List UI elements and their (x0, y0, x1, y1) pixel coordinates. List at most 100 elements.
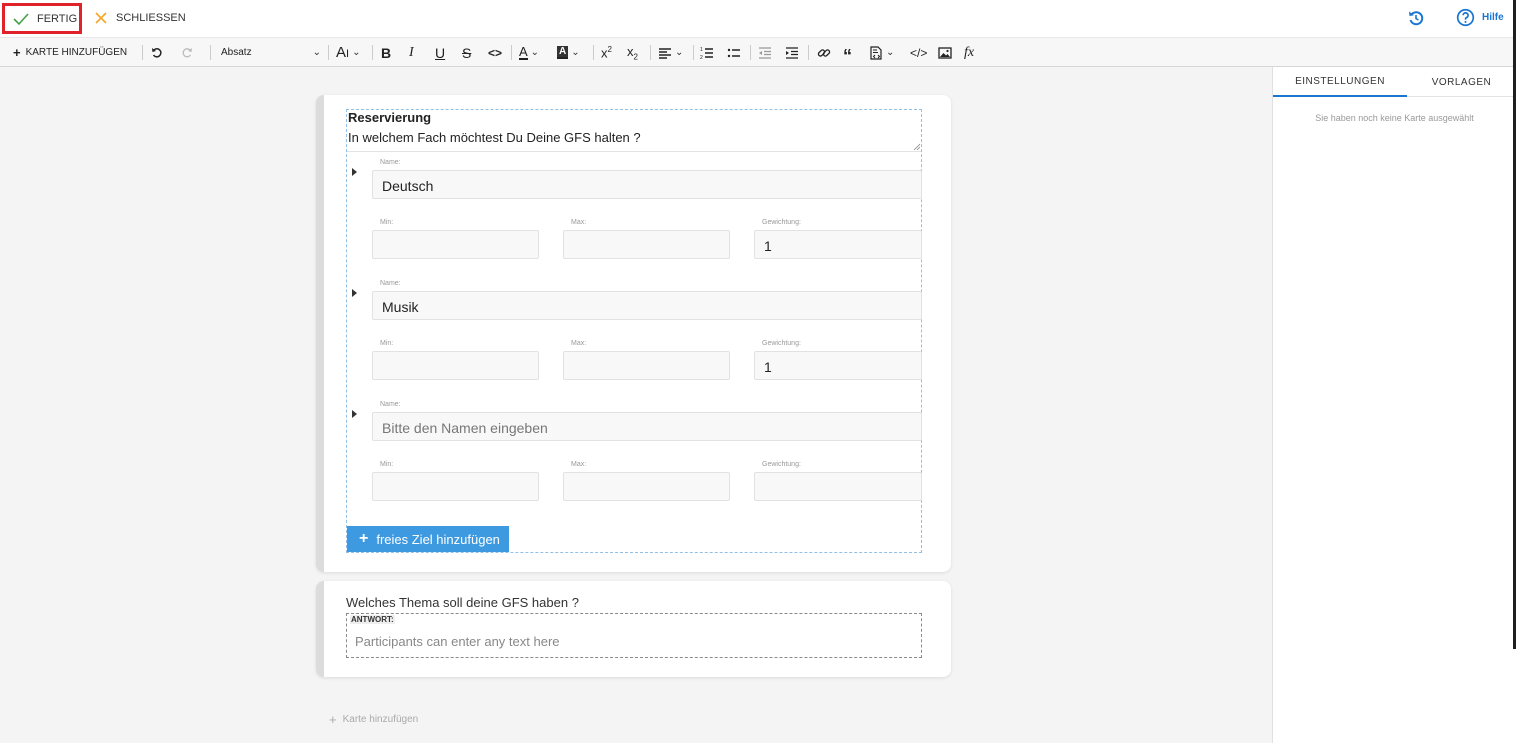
toolbar-divider (593, 45, 594, 60)
outdent-button[interactable] (758, 38, 772, 67)
bullet-list-icon (727, 48, 740, 57)
ordered-list-button[interactable]: 12 (700, 38, 714, 67)
add-card-toolbar-label: KARTE HINZUFÜGEN (25, 47, 128, 58)
tab-templates[interactable]: VORLAGEN (1407, 67, 1516, 97)
help-label: Hilfe (1482, 12, 1504, 23)
blockquote-button[interactable]: “ (843, 38, 852, 67)
reservation-card[interactable]: Reservierung In welchem Fach möchtest Du… (316, 95, 951, 572)
link-button[interactable] (817, 38, 831, 67)
toolbar-divider (210, 45, 211, 60)
insert-template-button[interactable]: ⌄ (869, 38, 894, 67)
expand-arrow-icon[interactable] (352, 289, 357, 297)
outdent-icon (759, 46, 771, 59)
tab-settings[interactable]: EINSTELLUNGEN (1273, 67, 1407, 97)
chevron-down-icon: ⌄ (886, 47, 895, 58)
bullet-list-button[interactable] (727, 38, 741, 67)
toolbar-divider (372, 45, 373, 60)
toolbar-divider (328, 45, 329, 60)
question-divider (347, 151, 921, 152)
paragraph-style-select[interactable]: Absatz ⌄ (221, 38, 321, 67)
resize-handle-icon[interactable] (913, 143, 920, 150)
empty-selection-message: Sie haben noch keine Karte ausgewählt (1315, 113, 1474, 123)
max-label: Max: (571, 340, 587, 347)
question-editor[interactable]: Reservierung In welchem Fach möchtest Du… (346, 109, 922, 553)
svg-text:2: 2 (700, 55, 703, 60)
bold-button[interactable]: B (381, 38, 391, 67)
goal-weight-field[interactable]: 1 (754, 351, 922, 380)
card-title[interactable]: Reservierung (347, 110, 431, 126)
goal-min-field[interactable] (372, 351, 539, 380)
strikethrough-button[interactable]: S (462, 38, 471, 67)
formula-button[interactable]: fx (964, 38, 974, 67)
highlight-color-button[interactable]: A ⌄ (557, 38, 580, 67)
quote-icon: “ (843, 45, 852, 66)
indent-button[interactable] (785, 38, 799, 67)
goal-weight-field[interactable]: 1 (754, 230, 922, 259)
font-size-icon: AI (336, 44, 350, 61)
add-card-toolbar-button[interactable]: + KARTE HINZUFÜGEN (13, 38, 127, 67)
inline-code-button[interactable]: <> (488, 38, 502, 67)
plus-icon: + (359, 530, 369, 547)
expand-arrow-icon[interactable] (352, 410, 357, 418)
code-block-button[interactable]: </> (910, 38, 927, 67)
bold-icon: B (381, 44, 392, 61)
close-label: SCHLIESSEN (116, 12, 186, 24)
settings-panel: EINSTELLUNGEN VORLAGEN Sie haben noch ke… (1272, 67, 1516, 743)
font-size-button[interactable]: AI ⌄ (336, 38, 360, 67)
plus-icon: + (329, 712, 337, 727)
done-button[interactable]: FERTIG (2, 3, 82, 34)
redo-button[interactable] (180, 38, 194, 67)
goal-weight-field[interactable] (754, 472, 922, 501)
name-label: Name: (380, 401, 401, 408)
add-card-link[interactable]: + Karte hinzufügen (329, 712, 418, 727)
image-icon (938, 46, 952, 59)
goal-name-field[interactable]: Deutsch (372, 170, 922, 199)
text-color-icon: A (519, 43, 528, 60)
add-goal-button[interactable]: + freies Ziel hinzufügen (347, 526, 509, 552)
goal-max-field[interactable] (563, 472, 730, 501)
toolbar-divider (650, 45, 651, 60)
help-icon (1456, 8, 1475, 27)
question-text[interactable]: Welches Thema soll deine GFS haben ? (346, 595, 579, 610)
min-label: Min: (380, 340, 394, 347)
align-left-icon (659, 47, 671, 59)
text-color-button[interactable]: A ⌄ (519, 38, 539, 67)
undo-button[interactable] (150, 38, 164, 67)
history-icon[interactable] (1407, 9, 1425, 27)
goal-min-field[interactable] (372, 472, 539, 501)
weight-label: Gewichtung: (762, 461, 801, 468)
goal-max-field[interactable] (563, 351, 730, 380)
weight-label: Gewichtung: (762, 340, 801, 347)
top-bar: FERTIG SCHLIESSEN Hilfe (0, 0, 1516, 37)
editor-toolbar: + KARTE HINZUFÜGEN Absatz ⌄ AI ⌄ B I U S… (0, 37, 1516, 67)
goal-name-field[interactable]: Musik (372, 291, 922, 320)
topic-card[interactable]: Welches Thema soll deine GFS haben ? ANT… (316, 581, 951, 677)
align-button[interactable]: ⌄ (658, 38, 683, 67)
answer-field[interactable]: ANTWORT: Participants can enter any text… (346, 613, 922, 658)
goal-max-field[interactable] (563, 230, 730, 259)
close-button[interactable]: SCHLIESSEN (94, 9, 186, 27)
max-label: Max: (571, 461, 587, 468)
goal-name-field[interactable]: Bitte den Namen eingeben (372, 412, 922, 441)
help-button[interactable]: Hilfe (1456, 8, 1504, 27)
paragraph-style-value: Absatz (221, 47, 252, 58)
italic-icon: I (409, 44, 414, 60)
indent-icon (786, 46, 798, 59)
subscript-button[interactable]: x2 (627, 38, 638, 67)
italic-button[interactable]: I (409, 38, 414, 67)
toolbar-divider (808, 45, 809, 60)
chevron-down-icon: ⌄ (571, 47, 580, 58)
max-label: Max: (571, 219, 587, 226)
underline-icon: U (435, 44, 446, 61)
toolbar-divider (693, 45, 694, 60)
name-label: Name: (380, 159, 401, 166)
question-text[interactable]: In welchem Fach möchtest Du Deine GFS ha… (347, 130, 641, 146)
expand-arrow-icon[interactable] (352, 168, 357, 176)
underline-button[interactable]: U (435, 38, 445, 67)
check-icon (13, 12, 29, 25)
superscript-button[interactable]: x2 (601, 38, 612, 67)
goal-min-field[interactable] (372, 230, 539, 259)
chevron-down-icon: ⌄ (530, 47, 540, 58)
insert-image-button[interactable] (938, 38, 952, 67)
close-icon (95, 12, 107, 24)
